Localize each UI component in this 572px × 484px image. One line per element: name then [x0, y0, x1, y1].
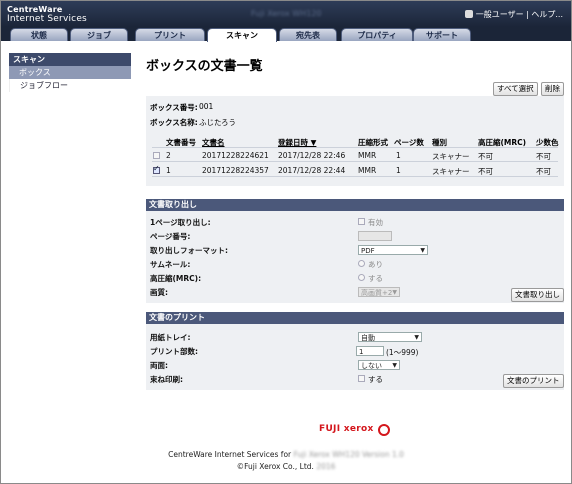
chevron-down-icon: ▼: [420, 247, 425, 254]
row-format: MMR: [358, 151, 377, 160]
collate-value: する: [368, 375, 383, 384]
tab-scan[interactable]: スキャン: [207, 28, 277, 42]
footer-product: CentreWare Internet Services for: [168, 450, 292, 459]
retrieve-document-button[interactable]: 文書取り出し: [511, 288, 564, 302]
box-name-label: ボックス名称:: [150, 118, 198, 127]
chevron-down-icon: ▼: [414, 334, 419, 341]
row-doc-number: 1: [166, 166, 171, 175]
single-page-checkbox[interactable]: [358, 218, 365, 225]
thumbnail-radio[interactable]: [358, 260, 365, 267]
retrieve-section-header: 文書取り出し: [146, 199, 564, 211]
footer-device: Fuji Xerox WH120 Version 1.0: [293, 450, 404, 459]
row-pages: 1: [396, 166, 401, 175]
collate-checkbox[interactable]: [358, 375, 365, 382]
print-document-button[interactable]: 文書のプリント: [503, 374, 564, 388]
copies-label: プリント部数:: [150, 347, 198, 356]
footer-line1: CentreWare Internet Services for Fuji Xe…: [0, 450, 572, 459]
row-checkbox[interactable]: [153, 164, 160, 174]
duplex-label: 両面:: [150, 361, 168, 370]
row-doc-name[interactable]: 20171228224357: [202, 166, 269, 175]
tray-label: 用紙トレイ:: [150, 333, 191, 342]
format-label: 取り出しフォーマット:: [150, 246, 228, 255]
footer-year: 2016: [316, 462, 336, 471]
chevron-down-icon: ▼: [392, 289, 397, 296]
format-select[interactable]: PDF ▼: [358, 245, 428, 255]
row-divider: [152, 161, 558, 162]
thumbnail-value: あり: [368, 260, 383, 269]
duplex-select-value: しない: [361, 362, 382, 370]
tab-address-book[interactable]: 宛先表: [279, 28, 337, 41]
user-icon: [464, 10, 473, 18]
copies-range: (1〜999): [386, 348, 419, 357]
print-section-header: 文書のプリント: [146, 312, 564, 324]
tray-select-value: 自動: [361, 334, 375, 342]
collate-label: 束ね印刷:: [150, 375, 183, 384]
tab-status[interactable]: 状態: [10, 28, 68, 41]
print-panel: [146, 324, 564, 390]
chevron-down-icon: ▼: [392, 362, 397, 369]
fuji-xerox-logo: FUJI xerox: [319, 424, 374, 434]
top-banner: CentreWare Internet Services Fuji Xerox …: [1, 1, 571, 27]
footer-line2: ©Fuji Xerox Co., Ltd. 2016: [0, 462, 572, 471]
tray-select[interactable]: 自動 ▼: [358, 332, 422, 342]
row-doc-name[interactable]: 20171228224621: [202, 151, 269, 160]
select-all-button[interactable]: すべて選択: [493, 82, 538, 96]
box-number-value: 001: [199, 102, 214, 111]
sidebar-item-box[interactable]: ボックス: [9, 66, 131, 79]
box-name-value: ふじたろう: [199, 118, 237, 127]
brand-line2: Internet Services: [7, 14, 87, 24]
row-date: 2017/12/28 22:44: [278, 166, 346, 175]
row-format: MMR: [358, 166, 377, 175]
page-title: ボックスの文書一覧: [146, 59, 263, 74]
main-tabs: 状態 ジョブ プリント スキャン 宛先表 プロパティ サポート: [1, 27, 571, 42]
tab-print[interactable]: プリント: [135, 28, 205, 41]
mrc-radio[interactable]: [358, 274, 365, 281]
tab-job[interactable]: ジョブ: [70, 28, 128, 41]
header-divider: [152, 147, 558, 148]
sidebar-item-jobflow[interactable]: ジョブフロー: [9, 79, 131, 92]
row-doc-number: 2: [166, 151, 171, 160]
quality-label: 画質:: [150, 288, 168, 297]
sidebar: スキャン ボックス ジョブフロー: [9, 53, 131, 92]
single-page-value: 有効: [368, 218, 383, 227]
user-menu-label: 一般ユーザー | ヘルプ...: [475, 10, 563, 19]
footer-copyright: ©Fuji Xerox Co., Ltd.: [236, 462, 314, 471]
user-menu[interactable]: 一般ユーザー | ヘルプ...: [464, 9, 563, 20]
sidebar-section-scan: スキャン: [9, 53, 131, 66]
format-select-value: PDF: [361, 247, 375, 255]
row-pages: 1: [396, 151, 401, 160]
xerox-sphere-icon: [378, 424, 390, 436]
device-name: Fuji Xerox WH120: [251, 9, 322, 18]
copies-input[interactable]: 1: [356, 346, 384, 356]
tab-properties[interactable]: プロパティ: [341, 28, 413, 41]
row-date: 2017/12/28 22:46: [278, 151, 346, 160]
page-number-label: ページ番号:: [150, 232, 191, 241]
mrc-label: 高圧縮(MRC):: [150, 274, 202, 283]
quality-select[interactable]: 高画質+2 ▼: [358, 287, 400, 297]
page-number-input[interactable]: [358, 231, 392, 241]
duplex-select[interactable]: しない ▼: [358, 360, 400, 370]
thumbnail-label: サムネール:: [150, 260, 191, 269]
row-checkbox[interactable]: [153, 152, 160, 159]
delete-button[interactable]: 削除: [541, 82, 564, 96]
quality-select-value: 高画質+2: [361, 289, 393, 297]
single-page-label: 1ページ取り出し:: [150, 218, 211, 227]
row-divider: [152, 176, 558, 177]
brand-line1: CentreWare: [7, 5, 63, 14]
mrc-value: する: [368, 274, 383, 283]
tab-support[interactable]: サポート: [413, 28, 471, 41]
box-number-label: ボックス番号:: [150, 103, 198, 112]
